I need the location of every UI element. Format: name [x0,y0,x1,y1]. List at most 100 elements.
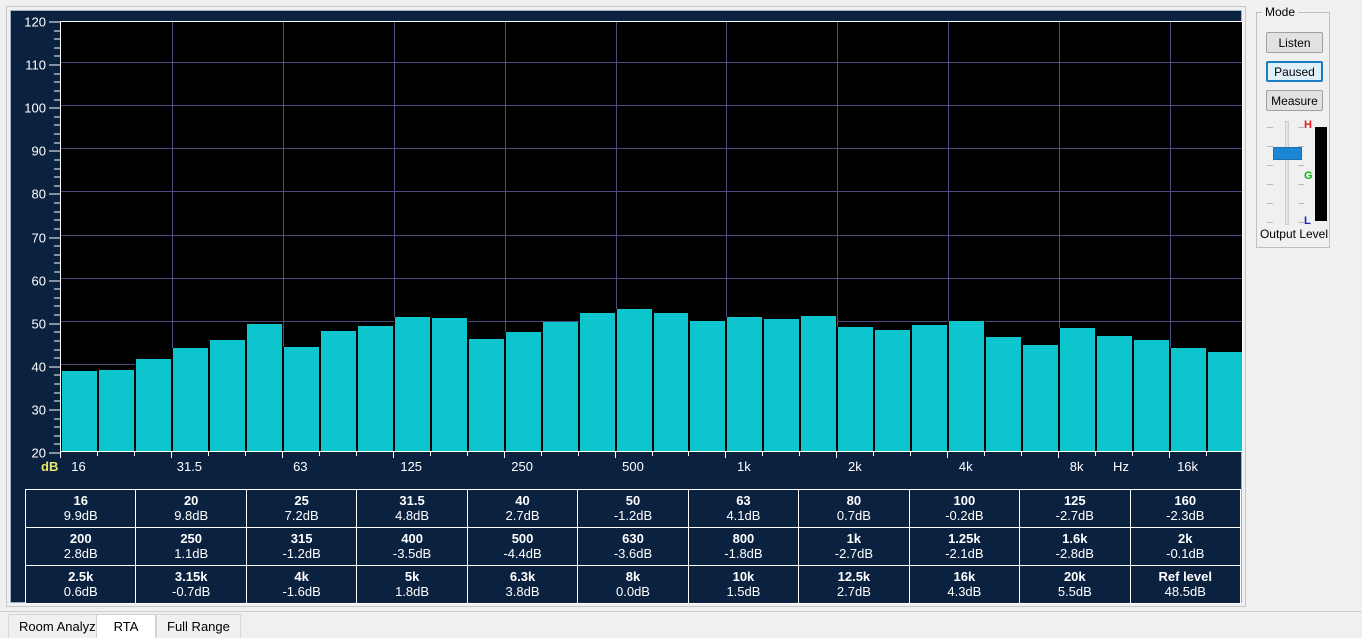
mode-group-legend: Mode [1262,5,1299,19]
band-frequency-label: 6.3k [509,569,536,584]
x-axis-tick-label: 4k [958,459,973,474]
band-readout-cell: 50 -1.2dB [577,489,689,528]
band-readout-cell: 3.15k -0.7dB [135,565,247,604]
y-axis-tick-label: 50 [31,316,46,332]
band-value-label: 2.7dB [836,584,871,599]
table-row: 200 2.8dB 250 1.1dB 315 -1.2dB 400 -3.5dB 500 -4.… [24,527,1242,566]
band-readout-cell: 10k 1.5dB [687,565,800,604]
x-axis-tick [541,452,542,456]
x-axis-tick [1021,452,1022,456]
band-readout-cell: 800 -1.8dB [687,527,800,566]
spectrum-bar [726,317,764,451]
spectrum-bar [837,327,875,451]
y-axis-tick-label: 70 [31,230,46,245]
chart-panel: 120 110 100 90 80 70 60 50 40 30 20 16 31.5 63 125 250… [10,10,1244,604]
spectrum-bar [171,348,209,451]
band-readout-cell: 400 -3.5dB [356,527,468,566]
band-frequency-label: Ref level [1158,569,1212,584]
slider-tick [1267,146,1273,147]
y-axis-tick-label: 90 [31,143,46,159]
band-frequency-label: 630 [622,531,644,546]
x-axis-tick [799,452,800,456]
band-readout-cell: 63 4.1dB [687,489,800,528]
band-readout-cell: 160 -2.3dB [1129,489,1242,528]
x-axis-tick-label: 8k [1069,459,1084,474]
band-frequency-label: 1.25k [948,531,981,546]
output-level-slider[interactable] [1265,121,1307,225]
x-axis-tick [578,452,579,456]
band-readout-cell: 12.5k 2.7dB [798,565,910,604]
x-axis-tick [430,452,431,456]
x-axis-tick [1243,452,1244,456]
spectrum-bar [504,332,542,451]
tab-full-range[interactable]: Full Range [156,614,241,638]
band-value-label: -4.4dB [503,546,542,561]
mode-button-listen[interactable]: Listen [1266,32,1323,53]
x-axis-tick [947,452,948,458]
band-value-label: -3.6dB [613,546,653,561]
plot-area[interactable] [60,21,1243,452]
x-axis-tick-label: 500 [622,459,644,474]
band-readout-cell: 20k 5.5dB [1019,565,1131,604]
band-readout-body: 16 9.9dB 20 9.8dB 25 7.2dB 31.5 4.8dB 40 2.7dB 50-… [24,489,1242,604]
band-value-label: 1.1dB [174,546,209,561]
meter-mark-low-icon: L [1304,215,1311,227]
band-frequency-label: 125 [1063,493,1086,508]
band-value-label: 4.8dB [395,508,430,523]
band-value-label: -2.7dB [1055,508,1094,523]
band-value-label: 5.5dB [1057,584,1092,599]
spectrum-bar [689,320,727,451]
spectrum-bar [245,323,283,451]
band-frequency-label: 80 [846,493,862,508]
output-level-meter [1315,127,1327,221]
y-axis-tick-label: 120 [24,14,46,30]
band-readout-cell: 5k 1.8dB [356,565,468,604]
band-readout-cell: 200 2.8dB [24,527,137,566]
slider-tick [1298,184,1304,185]
x-axis-tick-label: 250 [511,459,533,474]
band-readout-cell: 1.25k -2.1dB [908,527,1021,566]
chart-frame: 120 110 100 90 80 70 60 50 40 30 20 16 31.5 63 125 250… [6,6,1246,607]
band-readout-cell: 8k 0.0dB [577,565,689,604]
band-readout-cell: 500 -4.4dB [466,527,579,566]
band-frequency-label: 800 [732,531,755,546]
x-axis-tick [836,452,837,458]
x-axis-tick [1095,452,1096,456]
tab-rta[interactable]: RTA [96,614,156,638]
band-frequency-label: 500 [511,531,534,546]
x-axis-tick [97,452,98,456]
table-row: 2.5k 0.6dB 3.15k -0.7dB 4k -1.6dB 5k 1.8dB 6.3k 3… [24,565,1242,604]
band-readout-cell: 2.5k 0.6dB [24,565,137,604]
mode-button-paused[interactable]: Paused [1266,61,1323,82]
y-axis-tick [49,409,60,411]
spectrum-bar [911,325,949,451]
x-axis-tick [282,452,283,458]
slider-track[interactable] [1285,121,1289,225]
band-readout-cell: 40 2.7dB [466,489,579,528]
slider-thumb[interactable] [1273,147,1302,160]
meter-mark-good-icon: G [1304,170,1313,182]
x-axis-tick [319,452,320,456]
band-value-label: 0.0dB [616,584,650,599]
spectrum-bar [985,336,1023,451]
band-value-label: -1.6dB [282,584,321,599]
band-frequency-label: 8k [625,569,641,584]
band-readout-table: 16 9.9dB 20 9.8dB 25 7.2dB 31.5 4.8dB 40 2.7dB 50-… [24,489,1242,604]
x-axis-tick-label: 63 [293,459,308,474]
slider-tick [1298,146,1304,147]
slider-tick [1267,127,1273,128]
spectrum-bar [467,339,505,451]
band-value-label: -0.7dB [172,584,211,599]
band-frequency-label: 20k [1063,569,1086,584]
x-axis-tick [134,452,135,456]
spectrum-bar [615,309,653,451]
x-axis: 16 31.5 63 125 250 500 1k 2k 4k 8k 16k Hz [60,452,1244,482]
x-axis-tick [171,452,172,458]
mode-button-measure[interactable]: Measure [1266,90,1323,111]
band-frequency-label: 160 [1174,493,1197,508]
y-axis-tick [49,193,60,195]
spectrum-bar [134,358,172,451]
x-axis-tick-label: 16 [71,459,86,474]
band-frequency-label: 3.15k [174,569,208,584]
x-axis-tick [652,452,653,456]
